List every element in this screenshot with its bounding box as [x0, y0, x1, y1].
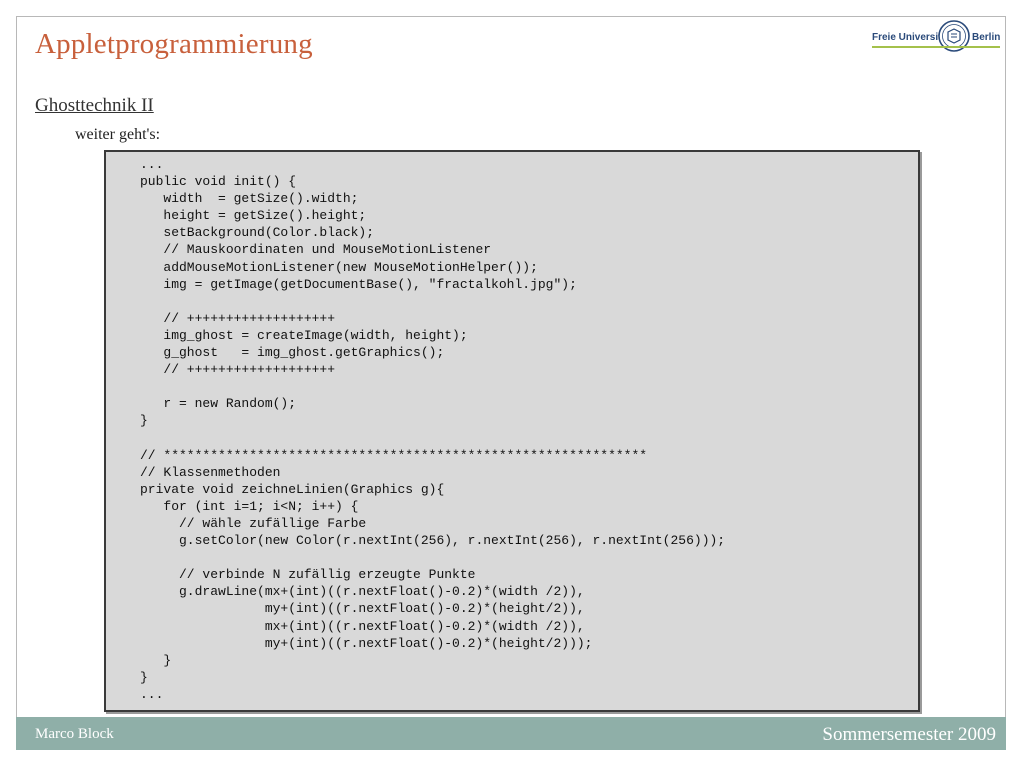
code-box: ... public void init() { width = getSize… [104, 150, 920, 712]
code-line: ... [140, 157, 164, 172]
slide-title: Appletprogrammierung [35, 28, 313, 60]
code-line: img_ghost = createImage(width, height); [140, 327, 468, 343]
logo-text-right: Berlin [972, 32, 1001, 43]
code-line: // Mauskoordinaten und MouseMotionListen… [140, 242, 492, 258]
code-line: } [140, 669, 148, 685]
slide-subtitle: Ghosttechnik II [35, 95, 154, 116]
code-listing: ... public void init() { width = getSize… [140, 156, 725, 703]
code-line: g_ghost = img_ghost.getGraphics(); [140, 345, 445, 361]
code-line: mx+(int)((r.nextFloat()-0.2)*(width /2))… [140, 618, 585, 634]
university-logo: Freie Universität Berlin [872, 20, 1000, 60]
code-line: setBackground(Color.black); [140, 225, 375, 241]
code-line: public void init() { [140, 174, 297, 190]
code-line: // verbinde N zufällig erzeugte Punkte [140, 567, 476, 583]
code-line: height = getSize().height; [140, 208, 367, 224]
code-line: } [140, 652, 172, 668]
code-line: // *************************************… [140, 447, 648, 463]
code-line: for (int i=1; i<N; i++) { [140, 498, 359, 514]
footer-author: Marco Block [35, 726, 114, 742]
code-line: // +++++++++++++++++++ [140, 362, 336, 378]
bullet-text: weiter geht's: [75, 126, 161, 143]
code-line: private void zeichneLinien(Graphics g){ [140, 481, 445, 497]
code-line: g.setColor(new Color(r.nextInt(256), r.n… [140, 533, 726, 549]
code-line: ... [140, 686, 164, 702]
code-line: my+(int)((r.nextFloat()-0.2)*(height/2))… [140, 635, 593, 651]
code-line: // +++++++++++++++++++ [140, 310, 336, 326]
code-line: } [140, 413, 148, 429]
code-line: // Klassenmethoden [140, 464, 281, 480]
code-line: width = getSize().width; [140, 191, 359, 207]
code-line: addMouseMotionListener(new MouseMotionHe… [140, 259, 538, 275]
code-line: g.drawLine(mx+(int)((r.nextFloat()-0.2)*… [140, 584, 585, 600]
code-line: r = new Random(); [140, 396, 297, 412]
code-line: // wähle zufällige Farbe [140, 515, 367, 531]
footer-bar: Marco Block Sommersemester 2009 [16, 717, 1006, 750]
footer-semester: Sommersemester 2009 [822, 724, 996, 745]
code-line: my+(int)((r.nextFloat()-0.2)*(height/2))… [140, 601, 585, 617]
logo-underline [872, 46, 1000, 48]
code-line: img = getImage(getDocumentBase(), "fract… [140, 276, 577, 292]
